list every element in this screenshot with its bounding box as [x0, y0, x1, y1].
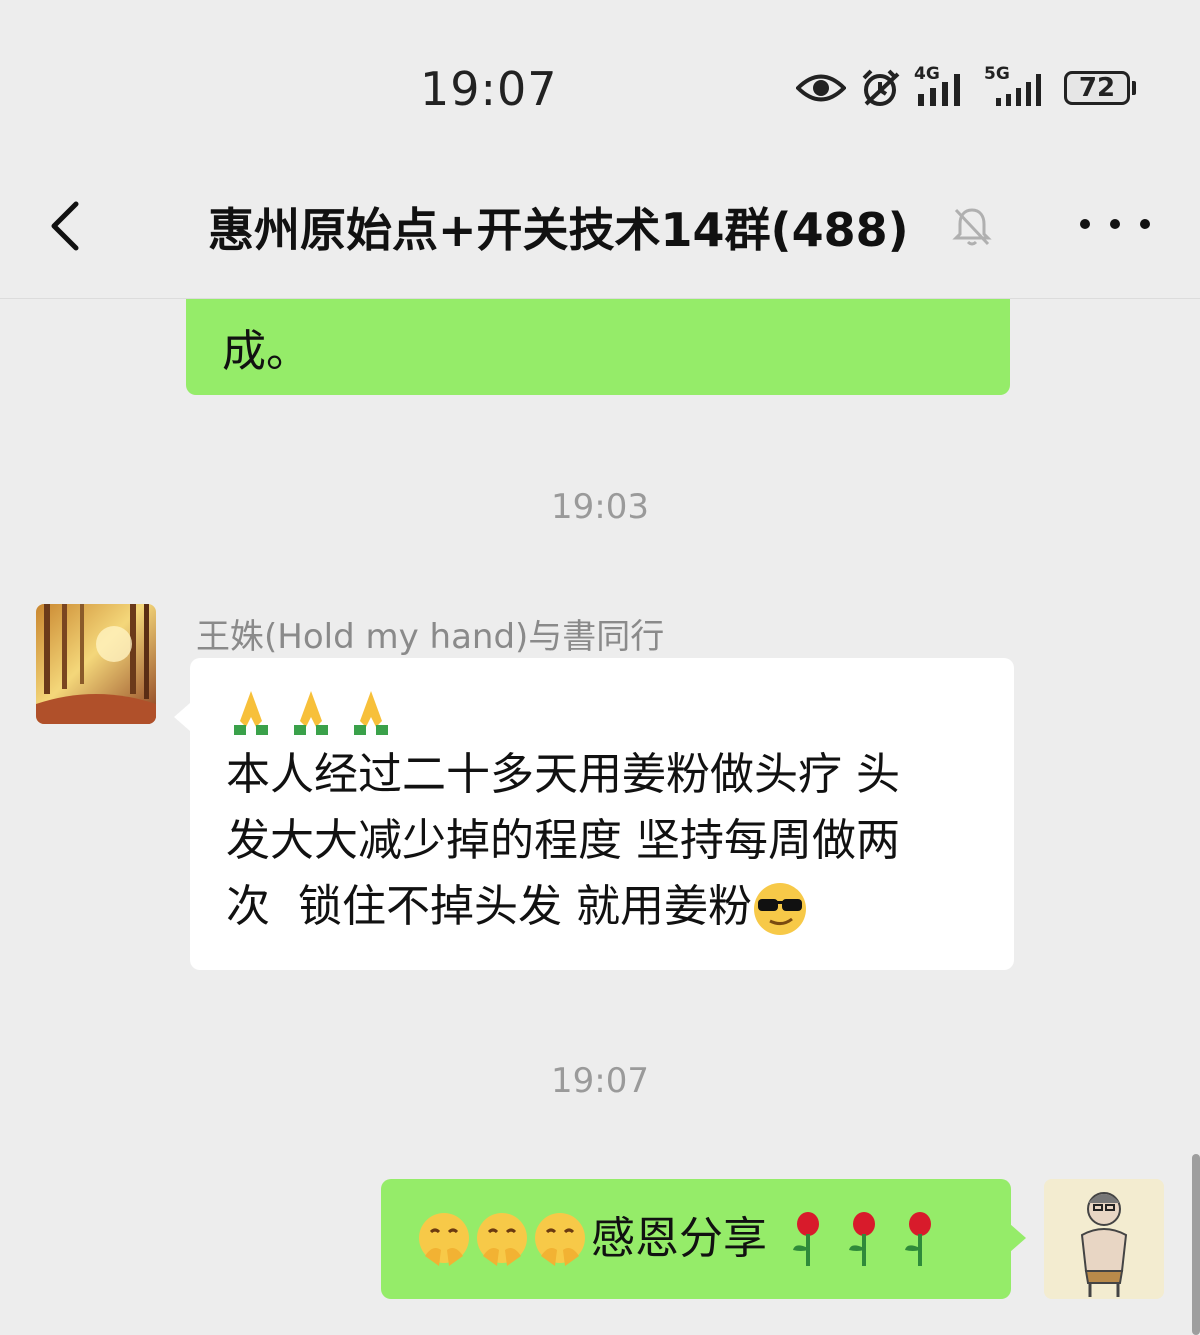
- sender-avatar[interactable]: [36, 604, 156, 724]
- bubble-tail: [174, 703, 190, 731]
- signal-4g-icon: 4G: [914, 64, 970, 108]
- previous-message-bubble[interactable]: 成。: [186, 299, 1010, 395]
- back-arrow-icon: [51, 201, 79, 251]
- message-line-last: 次 锁住不掉头发 就用姜粉: [226, 874, 986, 940]
- message-timestamp: 19:07: [551, 1061, 649, 1101]
- message-list[interactable]: 成。 19:03 王姝(Hold my hand)与書同行 本人经过二十多天用姜…: [0, 299, 1200, 1335]
- alarm-icon: [862, 69, 900, 106]
- shush-emoji: [419, 1213, 469, 1266]
- message-line: 次 锁住不掉头发 就用姜粉: [226, 881, 752, 932]
- pray-emoji: [234, 691, 268, 735]
- incoming-message-bubble[interactable]: 本人经过二十多天用姜粉做头疗 头 发大大减少掉的程度 坚持每周做两 次 锁住不掉…: [190, 658, 1014, 970]
- pray-emoji-row: [226, 682, 986, 742]
- pray-emoji: [294, 691, 328, 735]
- rose-emoji: [793, 1212, 819, 1266]
- more-dot: [1140, 219, 1150, 229]
- more-dot: [1080, 219, 1090, 229]
- mute-bell-icon: [952, 208, 992, 246]
- rose-emoji: [849, 1212, 875, 1266]
- shush-emoji: [535, 1213, 585, 1266]
- eye-icon: [796, 74, 846, 102]
- status-bar: 19:07 4G 5G 72: [0, 0, 1200, 160]
- message-line: 本人经过二十多天用姜粉做头疗 头: [226, 749, 900, 800]
- sender-name: 王姝(Hold my hand)与書同行: [196, 617, 665, 657]
- status-time: 19:07: [420, 62, 558, 116]
- sunglasses-emoji: [753, 883, 806, 935]
- bubble-tail: [1010, 1224, 1026, 1252]
- chat-header: 惠州原始点+开关技术14群(488): [0, 160, 1200, 299]
- battery-level: 72: [1064, 71, 1130, 105]
- incoming-message-text: 本人经过二十多天用姜粉做头疗 头 发大大减少掉的程度 坚持每周做两 次 锁住不掉…: [226, 742, 986, 940]
- message-line: 发大大减少掉的程度 坚持每周做两: [226, 815, 900, 866]
- battery-icon: 72: [1064, 71, 1136, 105]
- message-timestamp: 19:03: [551, 487, 649, 527]
- chat-title: 惠州原始点+开关技术14群(488): [208, 203, 909, 257]
- signal-5g-icon: 5G: [984, 64, 1050, 108]
- shush-emoji: [477, 1213, 527, 1266]
- status-icons: 4G 5G 72: [796, 64, 1136, 110]
- rose-emoji: [905, 1212, 931, 1266]
- pray-emoji: [354, 691, 388, 735]
- outgoing-message-bubble[interactable]: 感恩分享: [381, 1179, 1011, 1299]
- more-dot: [1110, 219, 1120, 229]
- battery-cap: [1132, 81, 1136, 95]
- previous-message-text: 成。: [222, 326, 310, 377]
- more-button[interactable]: [1080, 204, 1150, 244]
- outgoing-message-text: 感恩分享: [591, 1213, 767, 1264]
- my-avatar[interactable]: [1044, 1179, 1164, 1299]
- scrollbar[interactable]: [1192, 1154, 1200, 1335]
- back-button[interactable]: [40, 196, 100, 256]
